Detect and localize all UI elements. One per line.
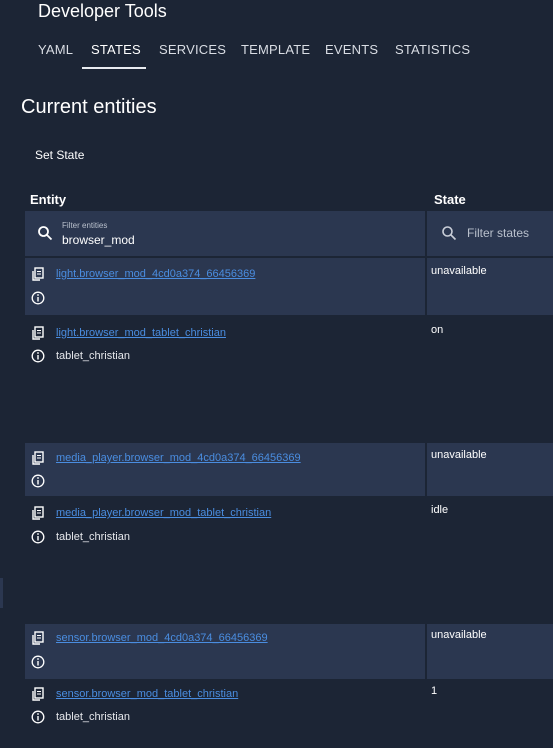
search-icon [38,226,53,241]
state-column-header[interactable]: State [434,192,466,207]
tab-services[interactable]: SERVICES [159,38,226,70]
filter-entities-label: Filter entities [62,221,108,230]
active-tab-indicator [82,67,146,69]
entity-column-header[interactable]: Entity [30,192,66,207]
info-icon[interactable] [31,349,45,363]
clipboard-icon[interactable] [31,687,45,701]
entity-state: unavailable [431,449,487,461]
entity-state: idle [431,504,449,516]
entity-link[interactable]: light.browser_mod_4cd0a374_66456369 [56,268,255,280]
filter-entities-value: browser_mod [62,233,135,247]
scrollbar[interactable] [0,578,3,608]
clipboard-icon[interactable] [31,267,45,281]
entity-link[interactable]: light.browser_mod_tablet_christian [56,327,226,339]
entity-link[interactable]: sensor.browser_mod_4cd0a374_66456369 [56,632,268,644]
info-icon[interactable] [31,530,45,544]
entity-state: 1 [431,685,438,697]
page-title: Current entities [21,96,157,118]
filter-states-input[interactable]: Filter states [427,211,553,256]
entity-link[interactable]: media_player.browser_mod_4cd0a374_664563… [56,452,301,464]
info-icon[interactable] [31,655,45,669]
info-icon[interactable] [31,291,45,305]
entity-state: unavailable [431,629,487,641]
clipboard-icon[interactable] [31,451,45,465]
clipboard-icon[interactable] [31,631,45,645]
tab-events[interactable]: EVENTS [325,38,378,70]
row-background [25,258,425,315]
entity-state: unavailable [431,265,487,277]
tab-bar: YAML STATES SERVICES TEMPLATE EVENTS STA… [0,38,553,70]
tab-statistics[interactable]: STATISTICS [395,38,470,70]
info-icon[interactable] [31,474,45,488]
entity-link[interactable]: media_player.browser_mod_tablet_christia… [56,507,271,519]
app-title: Developer Tools [38,1,167,21]
filter-entities-input[interactable]: Filter entities browser_mod [25,211,425,256]
entity-state: on [431,324,444,336]
info-icon[interactable] [31,710,45,724]
entity-link[interactable]: sensor.browser_mod_tablet_christian [56,688,238,700]
row-background [25,443,425,496]
clipboard-icon[interactable] [31,506,45,520]
tab-template[interactable]: TEMPLATE [241,38,310,70]
entity-attribute: tablet_christian [56,350,130,362]
clipboard-icon[interactable] [31,326,45,340]
entity-attribute: tablet_christian [56,531,130,543]
entity-attribute: tablet_christian [56,711,130,723]
tab-yaml[interactable]: YAML [38,38,73,70]
filter-states-placeholder: Filter states [467,226,530,240]
search-icon [442,226,457,241]
app-header: Developer Tools YAML STATES SERVICES TEM… [0,0,553,70]
tab-states[interactable]: STATES [91,38,141,70]
set-state-button[interactable]: Set State [35,148,84,162]
